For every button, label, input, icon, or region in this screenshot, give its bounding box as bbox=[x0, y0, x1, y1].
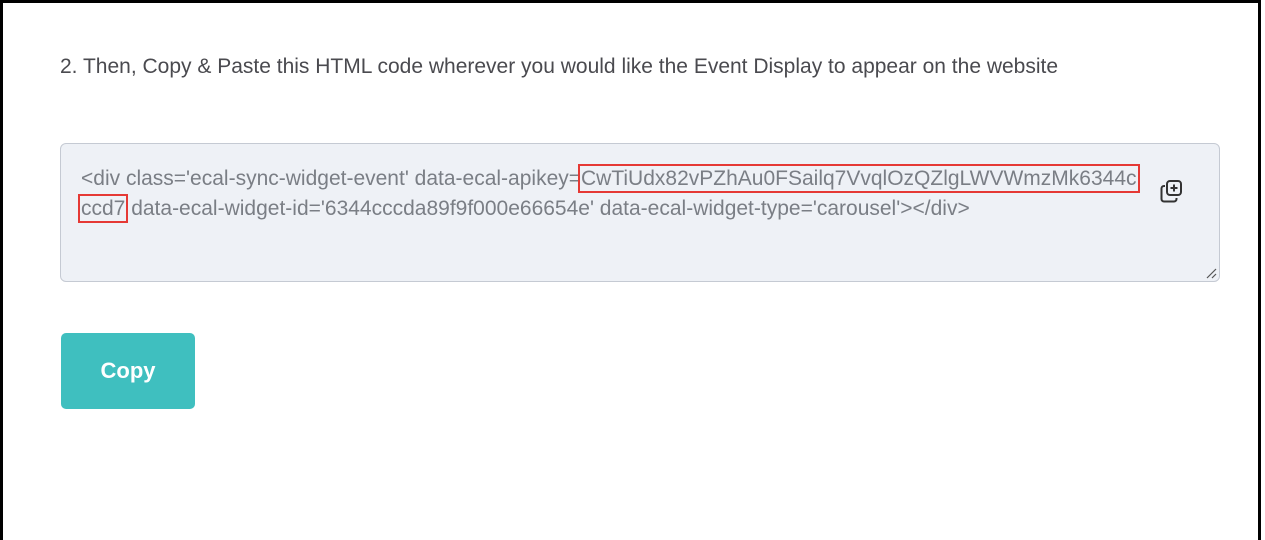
embed-code-text[interactable]: <div class='ecal-sync-widget-event' data… bbox=[78, 164, 1141, 224]
code-suffix: data-ecal-widget-id='6344cccda89f9f000e6… bbox=[125, 197, 970, 220]
embed-code-textarea[interactable]: <div class='ecal-sync-widget-event' data… bbox=[60, 143, 1220, 282]
resize-handle-icon[interactable] bbox=[1205, 267, 1217, 279]
instruction-text: 2. Then, Copy & Paste this HTML code whe… bbox=[60, 55, 1059, 78]
copy-button[interactable]: Copy bbox=[61, 333, 195, 409]
copy-plus-icon[interactable] bbox=[1159, 178, 1185, 204]
code-prefix: <div class='ecal-sync-widget-event' data… bbox=[81, 167, 582, 190]
panel-frame: 2. Then, Copy & Paste this HTML code whe… bbox=[0, 0, 1261, 540]
